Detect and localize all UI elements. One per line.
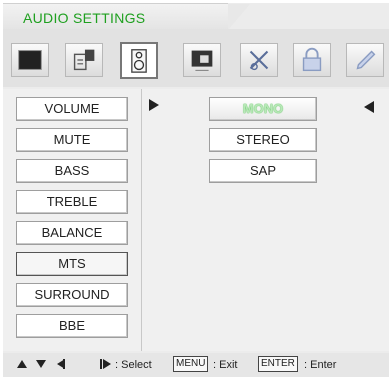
- option-sap[interactable]: SAP: [209, 159, 317, 183]
- main-content: VOLUME MUTE BASS TREBLE BALANCE MTS SURR…: [3, 89, 389, 351]
- pencil-icon[interactable]: [346, 43, 384, 77]
- option-mono[interactable]: MONO: [209, 97, 317, 121]
- option-stereo[interactable]: STEREO: [209, 128, 317, 152]
- divider: [141, 89, 142, 351]
- footer-help-bar: : Select MENU : Exit ENTER : Enter: [3, 353, 389, 377]
- menu-key: MENU: [173, 356, 209, 372]
- lock-icon[interactable]: [293, 43, 331, 77]
- enter-hint: : Enter: [304, 359, 337, 371]
- enter-key: ENTER: [258, 356, 298, 372]
- down-arrow-icon: [36, 360, 46, 368]
- exit-hint: : Exit: [213, 359, 238, 371]
- left-arrow-icon: [364, 101, 374, 113]
- menu-item-mute[interactable]: MUTE: [16, 128, 128, 152]
- menu-item-balance[interactable]: BALANCE: [16, 221, 128, 245]
- speaker-icon[interactable]: [120, 42, 158, 79]
- left-arrow-bar: [63, 359, 65, 369]
- up-arrow-icon: [17, 360, 27, 368]
- tools-icon[interactable]: [240, 43, 278, 77]
- menu-item-volume[interactable]: VOLUME: [16, 97, 128, 121]
- right-arrow-icon: [103, 359, 111, 369]
- icon-bar: [3, 29, 389, 87]
- menu-item-surround[interactable]: SURROUND: [16, 283, 128, 307]
- menu-item-bbe[interactable]: BBE: [16, 314, 128, 338]
- select-hint: : Select: [115, 359, 152, 371]
- audio-settings-panel: AUDIO SETTINGS VOLUME MUTE BASS TREBLE B…: [3, 3, 389, 377]
- right-arrow-icon: [149, 99, 159, 111]
- right-arrow-bar: [100, 359, 102, 369]
- menu-item-mts[interactable]: MTS: [16, 252, 128, 276]
- title-tab: AUDIO SETTINGS: [3, 3, 250, 30]
- menu-item-bass[interactable]: BASS: [16, 159, 128, 183]
- channel-icon[interactable]: [65, 43, 103, 77]
- page-title: AUDIO SETTINGS: [23, 10, 146, 26]
- picture-icon[interactable]: [11, 43, 49, 77]
- time-icon[interactable]: [183, 43, 221, 77]
- menu-item-treble[interactable]: TREBLE: [16, 190, 128, 214]
